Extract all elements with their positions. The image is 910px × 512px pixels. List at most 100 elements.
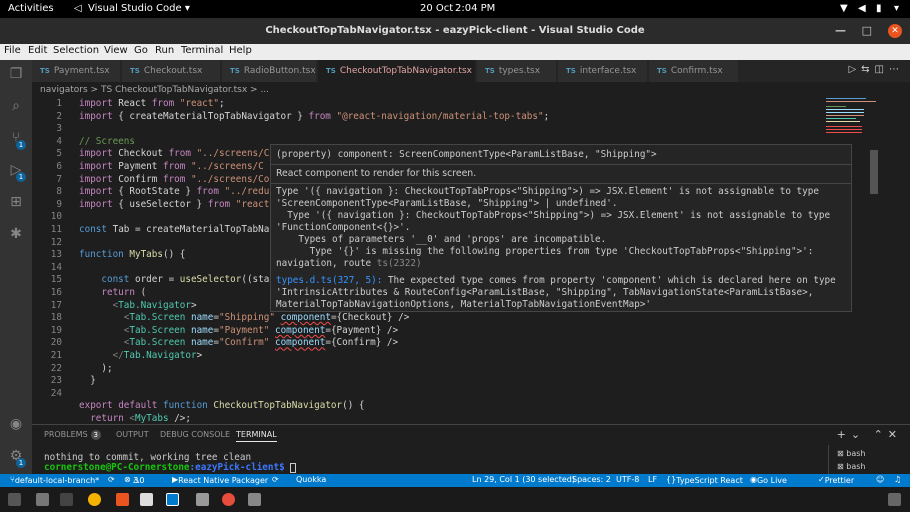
hover-related-link[interactable]: types.d.ts(327, 5):	[276, 275, 382, 286]
terminal-label: bash	[846, 462, 866, 471]
code-line[interactable]: import React from "react";	[79, 98, 225, 109]
menu-go[interactable]: Go	[134, 45, 148, 56]
terminal-prompt[interactable]: cornerstone@PC-Cornerstone:eazyPick-clie…	[44, 462, 297, 473]
code-line[interactable]: function MyTabs() {	[79, 249, 185, 260]
code-line[interactable]: </Tab.Navigator>	[79, 350, 203, 361]
code-line[interactable]: import Checkout from "../screens/C	[79, 148, 269, 159]
problems-count-badge: 3	[90, 430, 101, 440]
code-line[interactable]: import { createMaterialTopTabNavigator }…	[79, 111, 549, 122]
code-line[interactable]: // Screens	[79, 136, 135, 147]
code-line[interactable]: import Confirm from "../screens/Co	[79, 174, 269, 185]
code-line[interactable]: );	[79, 363, 112, 374]
battery-icon[interactable]: ▮	[876, 3, 882, 14]
clock-date[interactable]: 20 Oct	[420, 3, 453, 14]
tab-interface[interactable]: TS interface.tsx	[558, 60, 648, 82]
notifications-icon[interactable]: ♫	[894, 475, 901, 484]
volume-icon[interactable]: ◀	[858, 3, 866, 14]
encoding[interactable]: UTF-8	[616, 475, 639, 484]
breadcrumb[interactable]: navigators > TS CheckoutTopTabNavigator.…	[40, 85, 269, 95]
code-line[interactable]: return <MyTabs />;	[79, 413, 191, 424]
close-panel-icon[interactable]: ✕	[888, 428, 902, 441]
language-mode[interactable]: {} TypeScript React	[666, 475, 743, 485]
cursor-position[interactable]: Ln 29, Col 1 (30 selected)	[472, 475, 575, 484]
new-terminal-icon[interactable]: +⌄	[837, 428, 865, 441]
code-line[interactable]: import Payment from "../screens/C	[79, 161, 264, 172]
app-menu[interactable]: Visual Studio Code ▾	[88, 3, 190, 14]
line-ending[interactable]: LF	[648, 475, 657, 484]
clock-time[interactable]: 2:04 PM	[455, 3, 495, 14]
menu-file[interactable]: File	[4, 45, 21, 56]
explorer-icon[interactable]: ❐	[8, 66, 24, 82]
show-desktop-icon[interactable]	[8, 493, 21, 506]
indentation[interactable]: Spaces: 2	[572, 475, 611, 484]
menu-help[interactable]: Help	[229, 45, 252, 56]
search-icon[interactable]: ⌕	[8, 98, 24, 114]
tab-checkouttoptabnavigator[interactable]: TSCheckoutTopTabNavigator.tsx 3, M ✕	[318, 60, 476, 82]
menu-selection[interactable]: Selection	[53, 45, 99, 56]
wifi-icon[interactable]: ▼	[840, 3, 848, 14]
menu-terminal[interactable]: Terminal	[181, 45, 223, 56]
code-line[interactable]: <Tab.Screen name="Confirm" component={Co…	[79, 337, 398, 348]
chrome-icon[interactable]	[88, 493, 101, 506]
code-line[interactable]: export default function CheckoutTopTabNa…	[79, 400, 365, 411]
code-line[interactable]: import { RootState } from "../redu	[79, 186, 269, 197]
browser-icon[interactable]	[222, 493, 235, 506]
remote-icon[interactable]: ✱	[8, 226, 24, 242]
split-editor-icon[interactable]: ◫	[875, 64, 889, 75]
tab-confirm[interactable]: TS Confirm.tsx	[649, 60, 739, 82]
terminal-cursor	[290, 462, 297, 473]
compare-icon[interactable]: ⇆	[861, 64, 874, 75]
quokka-status[interactable]: Quokka	[296, 475, 326, 484]
system-menu-icon[interactable]: ▾	[894, 3, 899, 14]
terminal-item-bash[interactable]: ⊠ bash	[837, 462, 865, 471]
menu-view[interactable]: View	[104, 45, 128, 56]
tab-payment[interactable]: TS Payment.tsx	[32, 60, 121, 82]
app-icon[interactable]	[248, 493, 261, 506]
problems-indicator[interactable]: ⊗ 3 △ 0	[124, 475, 145, 485]
screenshot-icon[interactable]	[196, 493, 209, 506]
prettier-status[interactable]: ✓ Prettier	[818, 475, 854, 485]
go-live-button[interactable]: ◉ Go Live	[750, 475, 787, 485]
terminal-app-icon[interactable]	[60, 493, 73, 506]
packager-status[interactable]: ▶ React Native Packager	[172, 475, 268, 485]
terminal-item-bash[interactable]: ⊠ bash	[837, 449, 865, 458]
code-line[interactable]: import { useSelector } from "react	[79, 199, 269, 210]
panel-tab-debug-console[interactable]: DEBUG CONSOLE	[160, 430, 230, 439]
activities-button[interactable]: Activities	[8, 3, 54, 14]
maximize-icon[interactable]: □	[862, 18, 872, 44]
sync-icon[interactable]: ⟳	[108, 475, 115, 484]
maximize-panel-icon[interactable]: ⌃	[874, 428, 888, 441]
vscode-icon[interactable]	[166, 493, 179, 506]
extensions-icon[interactable]: ⊞	[8, 194, 24, 210]
menu-edit[interactable]: Edit	[28, 45, 47, 56]
account-icon[interactable]: ◉	[8, 416, 24, 432]
trash-icon[interactable]	[888, 493, 901, 506]
packager-refresh-icon[interactable]: ⟳	[272, 475, 279, 484]
files-icon[interactable]	[36, 493, 49, 506]
code-line[interactable]: const Tab = createMaterialTopTabNa	[79, 224, 269, 235]
vlc-icon[interactable]	[116, 493, 129, 506]
branch-indicator[interactable]: ⑂ default-local-branch*	[10, 475, 99, 485]
code-line[interactable]: return (	[79, 287, 146, 298]
menu-run[interactable]: Run	[155, 45, 174, 56]
minimize-icon[interactable]: —	[835, 18, 846, 44]
panel-tab-output[interactable]: OUTPUT	[116, 430, 149, 439]
code-line[interactable]: <Tab.Navigator>	[79, 300, 197, 311]
more-actions-icon[interactable]: ⋯	[889, 64, 904, 75]
tab-radiobutton[interactable]: TS RadioButton.tsx	[222, 60, 317, 82]
run-code-icon[interactable]: ▷	[848, 64, 861, 75]
code-line[interactable]: }	[79, 375, 96, 386]
tab-types[interactable]: TS types.tsx	[477, 60, 557, 82]
code-line[interactable]: <Tab.Screen name="Payment" component={Pa…	[79, 325, 398, 336]
code-line[interactable]: <Tab.Screen name="Shipping" component={C…	[79, 312, 410, 323]
window-title: CheckoutTopTabNavigator.tsx - eazyPick-c…	[265, 25, 645, 36]
panel-tab-problems[interactable]: PROBLEMS 3	[44, 430, 101, 440]
text-editor-icon[interactable]	[140, 493, 153, 506]
hover-error-line: 'FunctionComponent<{}>'.	[276, 222, 411, 233]
code-line[interactable]: const order = useSelector((sta	[79, 274, 269, 285]
close-window-icon[interactable]: ✕	[888, 24, 902, 38]
editor-scrollbar[interactable]	[870, 150, 878, 194]
panel-tab-terminal[interactable]: TERMINAL	[236, 430, 277, 442]
tab-checkout[interactable]: TS Checkout.tsx	[122, 60, 221, 82]
feedback-icon[interactable]: ☺	[876, 475, 884, 484]
